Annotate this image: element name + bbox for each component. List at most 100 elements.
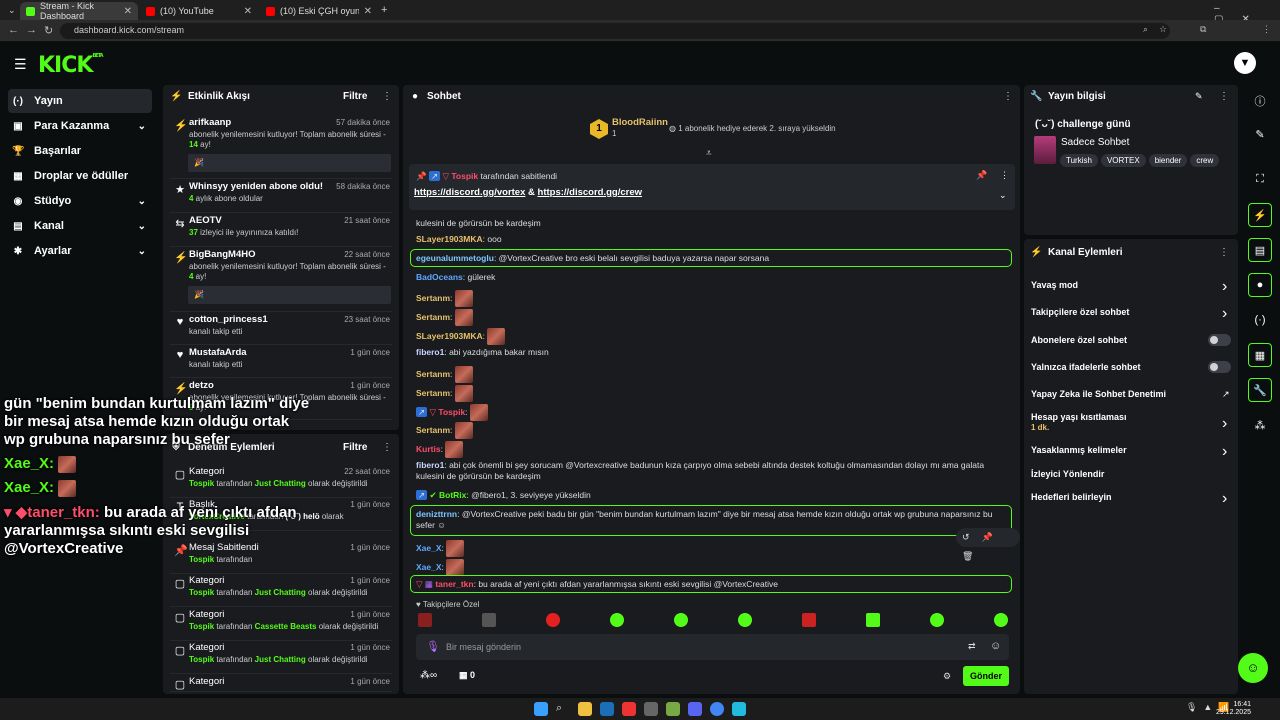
points-icon[interactable]: ⁂∞ xyxy=(420,670,437,681)
activity-toggle-icon[interactable]: ⚡ xyxy=(1248,203,1272,227)
sidebar-item-2[interactable]: 🏆 Başarılar xyxy=(8,139,152,163)
chat-message[interactable]: ↗ ✔ BotRix: @fibero1, 3. seviyeye yüksel… xyxy=(416,490,591,501)
channel-action-item[interactable]: Hesap yaşı kısıtlaması 1 dk. xyxy=(1031,412,1231,432)
moderation-item[interactable]: ▢ Kategori 1 gün önce Tospik tarafından Jus… xyxy=(170,642,392,674)
moderation-more-icon[interactable]: ⋮ xyxy=(382,442,392,453)
activity-item[interactable]: ⇆ AEOTV 21 saat önce 37 izleyici ile yayını… xyxy=(170,215,392,247)
chat-message[interactable]: SLayer1903MKA: xyxy=(416,328,506,345)
emoji-icon[interactable]: ☺ xyxy=(990,640,1001,652)
activity-name[interactable]: detzo xyxy=(189,380,214,391)
message-actions[interactable]: ↺📌🗑 xyxy=(956,528,1020,561)
broadcast-toggle-icon[interactable]: (·) xyxy=(1248,308,1272,332)
expand-pinned-icon[interactable]: ⌄ xyxy=(999,190,1007,201)
tab-youtube[interactable]: (10) YouTube ✕ xyxy=(140,2,258,20)
channel-action-item[interactable]: Takipçilere özel sohbet xyxy=(1031,307,1231,317)
activity-name[interactable]: arifkaanp xyxy=(189,117,231,128)
taskbar-app-icon[interactable] xyxy=(644,702,658,716)
chevron-down-icon[interactable]: ⌄ xyxy=(138,196,146,207)
extensions-icon[interactable]: ⧉ xyxy=(1200,24,1206,35)
chevron-down-icon[interactable]: ⌄ xyxy=(138,246,146,257)
chat-message[interactable]: BadOceans: gülerek xyxy=(416,272,495,283)
activity-name[interactable]: MustafaArda xyxy=(189,347,247,358)
discord-icon[interactable] xyxy=(688,702,702,716)
chat-message[interactable]: ▽ ▦ taner_tkn: bu arada af yeni çıktı af… xyxy=(416,579,778,590)
new-tab-icon[interactable]: + xyxy=(381,4,387,16)
chevron-right-icon[interactable]: › xyxy=(1222,443,1227,461)
sidebar-item-5[interactable]: ▤ Kanal ⌄ xyxy=(8,214,152,238)
activity-name[interactable]: Whinsyy yeniden abone oldu! xyxy=(189,181,323,192)
chat-message[interactable]: Xae_X: xyxy=(416,540,465,557)
activity-item[interactable]: ♥ MustafaArda 1 gün önce kanalı takip etti xyxy=(170,347,392,378)
chat-input[interactable]: Bir mesaj gönderin xyxy=(446,642,521,652)
channel-action-item[interactable]: Yapay Zeka ile Sohbet Denetimi xyxy=(1031,389,1231,399)
chat-message[interactable]: Kurtis: xyxy=(416,441,464,458)
stream-info-more-icon[interactable]: ⋮ xyxy=(1219,91,1229,102)
toggle-switch[interactable] xyxy=(1208,334,1231,346)
tab-list-icon[interactable]: ⌄ xyxy=(8,5,16,16)
chat-username[interactable]: SLayer1903MKA xyxy=(416,234,483,244)
chat-settings-gear-icon[interactable]: ⚙ xyxy=(943,671,951,682)
activity-item[interactable]: ♥ cotton_princess1 23 saat önce kanalı taki… xyxy=(170,314,392,345)
taskbar-search-icon[interactable]: ⌕ xyxy=(556,702,570,716)
chat-username[interactable]: Sertanm xyxy=(416,425,450,435)
activity-more-icon[interactable]: ⋮ xyxy=(382,91,392,102)
discord-link-vortex[interactable]: https://discord.gg/vortex xyxy=(414,187,525,198)
apps-icon[interactable]: ⁂ xyxy=(1248,413,1272,437)
chat-username[interactable]: BadOceans xyxy=(416,272,463,282)
tab-kick-dashboard[interactable]: Stream - Kick Dashboard ✕ xyxy=(20,2,138,20)
user-avatar[interactable]: ▼ xyxy=(1234,52,1256,74)
wrench-toggle-icon[interactable]: 🔧 xyxy=(1248,378,1272,402)
chat-username[interactable]: fibero1 xyxy=(416,347,444,357)
info-icon[interactable]: ⓘ xyxy=(1248,89,1272,113)
sidebar-item-0[interactable]: (·) Yayın xyxy=(8,89,152,113)
chrome-icon[interactable] xyxy=(710,702,724,716)
chat-message[interactable]: Sertanm: xyxy=(416,309,473,326)
close-tab-icon[interactable]: ✕ xyxy=(124,6,132,17)
activity-name[interactable]: AEOTV xyxy=(189,215,222,226)
moderation-item[interactable]: ▢ Kategori 1 gün önce Tospik tarafından Jus… xyxy=(170,575,392,607)
windows-start-icon[interactable] xyxy=(534,702,548,716)
close-tab-icon[interactable]: ✕ xyxy=(244,6,252,17)
mic-icon[interactable]: 🎙 xyxy=(426,640,440,653)
category-thumbnail[interactable] xyxy=(1034,136,1056,164)
chevron-right-icon[interactable]: › xyxy=(1222,490,1227,508)
hamburger-menu-icon[interactable]: ☰ xyxy=(14,56,27,73)
browser-menu-icon[interactable]: ⋮ xyxy=(1262,24,1271,35)
sidebar-item-3[interactable]: ▦ Droplar ve ödüller xyxy=(8,164,152,188)
translate-icon[interactable]: ⇄ xyxy=(968,641,976,652)
chat-username[interactable]: fibero1 xyxy=(416,460,444,470)
zoom-icon[interactable]: ⌕ xyxy=(1143,24,1148,35)
kick-logo[interactable]: KICKBETA xyxy=(38,53,104,78)
edit-icon[interactable]: ✎ xyxy=(1248,122,1272,146)
chat-username[interactable]: Sertanm xyxy=(416,293,450,303)
chevron-right-icon[interactable]: › xyxy=(1222,278,1227,296)
chat-message[interactable]: Sertanm: xyxy=(416,385,473,402)
chat-username[interactable]: Tospik xyxy=(438,407,465,417)
discord-link-crew[interactable]: https://discord.gg/crew xyxy=(538,187,643,198)
close-tab-icon[interactable]: ✕ xyxy=(364,6,372,17)
moderation-toggle-icon[interactable]: ▤ xyxy=(1248,238,1272,262)
layout-toggle-icon[interactable]: ▦ xyxy=(1248,343,1272,367)
chat-username[interactable]: Xae_X xyxy=(416,562,442,572)
chat-message[interactable]: denizttrnn: @VortexCreative peki badu bi… xyxy=(416,509,992,531)
emote-bar[interactable] xyxy=(418,613,1008,631)
chat-message[interactable]: fibero1: abi çok önemli bi şey sorucam @… xyxy=(416,460,984,482)
toggle-switch[interactable] xyxy=(1208,361,1231,373)
unpin-icon[interactable]: 📌 xyxy=(976,170,987,181)
chat-toggle-icon[interactable]: ● xyxy=(1248,273,1272,297)
url-field[interactable]: dashboard.kick.com/stream xyxy=(60,23,1170,39)
chat-username[interactable]: taner_tkn xyxy=(435,579,473,589)
bookmark-star-icon[interactable]: ☆ xyxy=(1159,24,1167,35)
chat-username[interactable]: Sertanm xyxy=(416,369,450,379)
chat-message[interactable]: Sertanm: xyxy=(416,366,473,383)
chevron-right-icon[interactable]: › xyxy=(1222,305,1227,323)
fullscreen-icon[interactable]: ⛶ xyxy=(1248,167,1272,191)
activity-name[interactable]: cotton_princess1 xyxy=(189,314,268,325)
taskbar-app-icon[interactable] xyxy=(666,702,680,716)
edit-pencil-icon[interactable]: ✎ xyxy=(1195,91,1203,102)
reload-icon[interactable]: ↻ xyxy=(44,24,53,37)
taskbar-app-icon[interactable] xyxy=(622,702,636,716)
chat-message[interactable]: Sertanm: xyxy=(416,422,473,439)
top-gifter-name[interactable]: BloodRaiinn xyxy=(612,117,668,128)
moderation-item[interactable]: 📌 Mesaj Sabitlendi 1 gün önce Tospik tarafı… xyxy=(170,542,392,574)
